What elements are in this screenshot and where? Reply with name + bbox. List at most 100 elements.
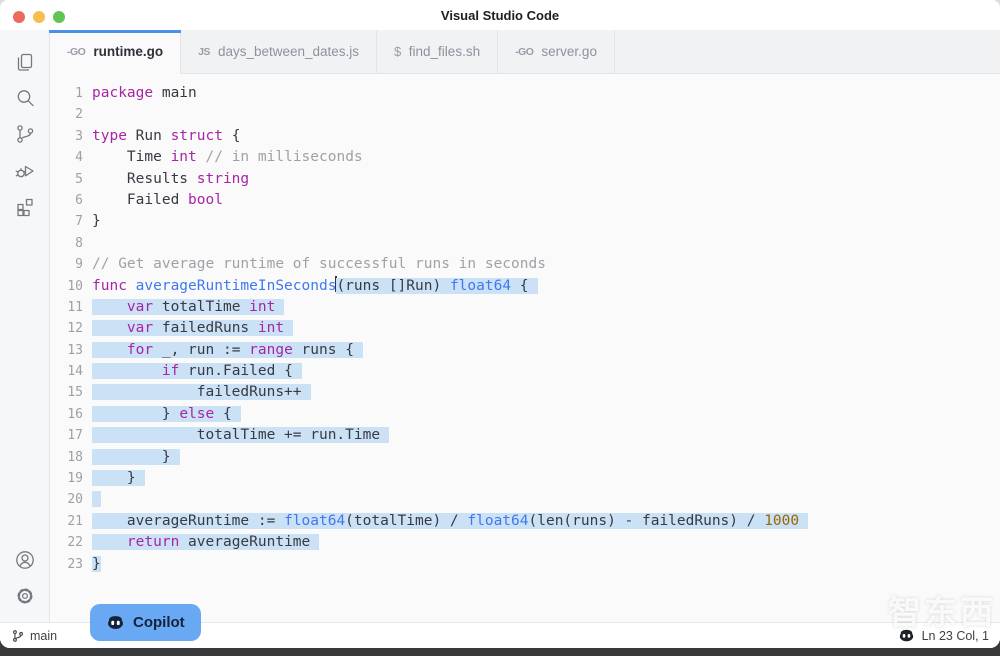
code-line-18[interactable]: 18 } (50, 447, 1000, 468)
copilot-icon (106, 613, 125, 632)
line-number: 21 (50, 511, 92, 532)
line-content: Failed bool (92, 190, 223, 211)
code-line-9[interactable]: 9// Get average runtime of successful ru… (50, 254, 1000, 275)
traffic-lights (13, 11, 65, 23)
code-line-20[interactable]: 20 (50, 489, 1000, 510)
line-content: } else { (92, 404, 241, 425)
zoom-window-button[interactable] (53, 11, 65, 23)
code-line-16[interactable]: 16 } else { (50, 404, 1000, 425)
code-line-23[interactable]: 23} (50, 554, 1000, 575)
line-content: var failedRuns int (92, 318, 293, 339)
tab-find_files.sh[interactable]: $find_files.sh (377, 30, 498, 74)
account-icon[interactable] (12, 547, 38, 573)
code-line-11[interactable]: 11 var totalTime int (50, 297, 1000, 318)
line-number: 9 (50, 254, 92, 275)
line-content: failedRuns++ (92, 382, 311, 403)
settings-icon[interactable] (12, 583, 38, 609)
minimize-window-button[interactable] (33, 11, 45, 23)
selection-highlight: var failedRuns int (92, 320, 293, 336)
code-line-2[interactable]: 2 (50, 104, 1000, 125)
code-line-6[interactable]: 6 Failed bool (50, 190, 1000, 211)
line-number: 13 (50, 340, 92, 361)
line-number: 18 (50, 447, 92, 468)
line-number: 14 (50, 361, 92, 382)
line-number: 17 (50, 425, 92, 446)
selection-highlight: } (92, 470, 145, 486)
selection-highlight: return averageRuntime (92, 534, 319, 550)
line-number: 5 (50, 169, 92, 190)
line-content: averageRuntime := float64(totalTime) / f… (92, 511, 808, 532)
selection-highlight: if run.Failed { (92, 363, 302, 379)
line-content: totalTime += run.Time (92, 425, 389, 446)
explorer-icon[interactable] (12, 49, 38, 75)
line-content: } (92, 211, 101, 232)
line-content: } (92, 468, 145, 489)
tab-label: runtime.go (93, 44, 163, 59)
selection-highlight: var totalTime int (92, 299, 284, 315)
line-content: for _, run := range runs { (92, 340, 363, 361)
code-line-8[interactable]: 8 (50, 233, 1000, 254)
code-line-13[interactable]: 13 for _, run := range runs { (50, 340, 1000, 361)
selection-highlight: } (92, 449, 180, 465)
line-number: 11 (50, 297, 92, 318)
code-line-22[interactable]: 22 return averageRuntime (50, 532, 1000, 553)
line-content: } (92, 447, 180, 468)
selection-highlight: } else { (92, 406, 241, 422)
copilot-button-label: Copilot (133, 614, 185, 631)
extensions-icon[interactable] (12, 193, 38, 219)
code-line-19[interactable]: 19 } (50, 468, 1000, 489)
source-control-icon[interactable] (12, 121, 38, 147)
tab-server.go[interactable]: -GOserver.go (498, 30, 615, 74)
go-file-icon: -GO (67, 46, 85, 58)
code-line-1[interactable]: 1package main (50, 83, 1000, 104)
code-line-12[interactable]: 12 var failedRuns int (50, 318, 1000, 339)
line-number: 8 (50, 233, 92, 254)
code-line-10[interactable]: 10func averageRuntimeInSeconds(runs []Ru… (50, 276, 1000, 297)
code-line-7[interactable]: 7} (50, 211, 1000, 232)
code-editor[interactable]: 1package main23type Run struct {4 Time i… (50, 74, 1000, 622)
line-number: 7 (50, 211, 92, 232)
line-content: } (92, 554, 101, 575)
cursor-position-status[interactable]: Ln 23 Col, 1 (922, 629, 989, 643)
selection-highlight: (runs []Run) float64 { (336, 278, 537, 294)
run-debug-icon[interactable] (12, 157, 38, 183)
code-line-14[interactable]: 14 if run.Failed { (50, 361, 1000, 382)
line-content: return averageRuntime (92, 532, 319, 553)
selection-highlight: averageRuntime := float64(totalTime) / f… (92, 513, 808, 529)
code-line-4[interactable]: 4 Time int // in milliseconds (50, 147, 1000, 168)
code-line-21[interactable]: 21 averageRuntime := float64(totalTime) … (50, 511, 1000, 532)
search-icon[interactable] (12, 85, 38, 111)
code-line-17[interactable]: 17 totalTime += run.Time (50, 425, 1000, 446)
code-line-15[interactable]: 15 failedRuns++ (50, 382, 1000, 403)
line-content: type Run struct { (92, 126, 240, 147)
line-number: 6 (50, 190, 92, 211)
window-title: Visual Studio Code (0, 8, 1000, 23)
line-number: 1 (50, 83, 92, 104)
line-content (92, 489, 101, 510)
line-number: 23 (50, 554, 92, 575)
line-number: 4 (50, 147, 92, 168)
sh-file-icon: $ (394, 44, 401, 59)
js-file-icon: JS (198, 46, 210, 58)
code-line-3[interactable]: 3type Run struct { (50, 126, 1000, 147)
copilot-status-icon[interactable] (898, 627, 915, 644)
selection-highlight: failedRuns++ (92, 384, 311, 400)
line-number: 20 (50, 489, 92, 510)
git-branch-label: main (30, 629, 57, 643)
line-number: 3 (50, 126, 92, 147)
git-branch-status[interactable]: main (11, 629, 57, 643)
close-window-button[interactable] (13, 11, 25, 23)
line-content: Time int // in milliseconds (92, 147, 363, 168)
selection-highlight (92, 491, 101, 507)
tab-days_between_dates.js[interactable]: JSdays_between_dates.js (181, 30, 377, 74)
line-content: package main (92, 83, 197, 104)
line-number: 2 (50, 104, 92, 125)
line-number: 12 (50, 318, 92, 339)
code-line-5[interactable]: 5 Results string (50, 169, 1000, 190)
tab-runtime.go[interactable]: -GO runtime.go (50, 30, 181, 74)
vscode-window: Visual Studio Code -GO runtime.go JSdays_b… (0, 0, 1000, 648)
activity-bar (0, 30, 50, 622)
line-number: 16 (50, 404, 92, 425)
copilot-button[interactable]: Copilot (90, 604, 201, 641)
selection-highlight: } (92, 556, 101, 572)
